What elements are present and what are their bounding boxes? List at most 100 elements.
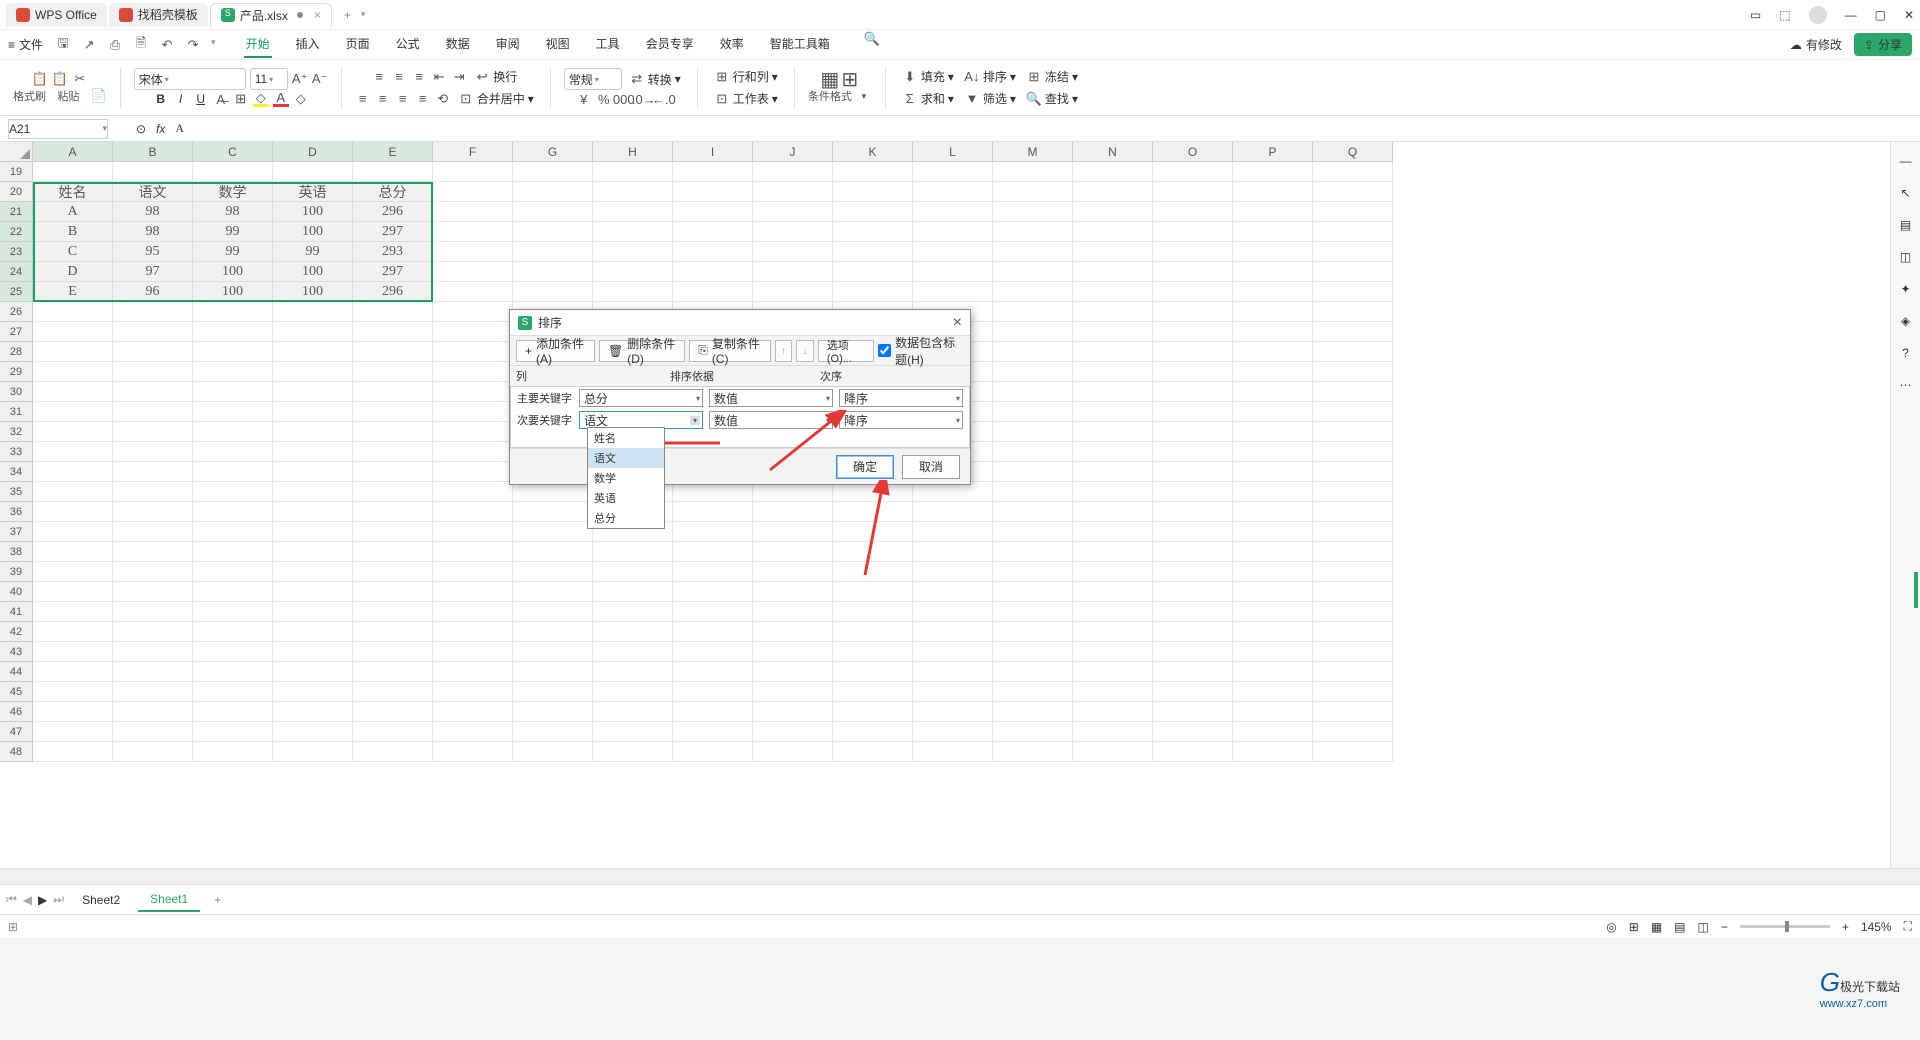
cell[interactable] <box>113 382 193 402</box>
cell[interactable] <box>993 222 1073 242</box>
cell[interactable] <box>433 502 513 522</box>
cell[interactable] <box>1153 582 1233 602</box>
cell[interactable] <box>913 562 993 582</box>
row-header[interactable]: 38 <box>0 542 33 562</box>
cell[interactable] <box>673 282 753 302</box>
cell[interactable] <box>1073 662 1153 682</box>
cell[interactable] <box>193 582 273 602</box>
cell[interactable] <box>593 542 673 562</box>
cell[interactable] <box>993 342 1073 362</box>
cell[interactable] <box>993 282 1073 302</box>
cell[interactable] <box>353 702 433 722</box>
dropdown-option[interactable]: 语文 <box>588 448 664 468</box>
row-header[interactable]: 35 <box>0 482 33 502</box>
cell[interactable] <box>33 302 113 322</box>
cell[interactable] <box>913 682 993 702</box>
cell[interactable] <box>353 642 433 662</box>
cell[interactable] <box>1313 302 1393 322</box>
cell[interactable] <box>513 722 593 742</box>
cell[interactable] <box>833 642 913 662</box>
cell[interactable] <box>273 642 353 662</box>
cell[interactable] <box>433 302 513 322</box>
cell[interactable] <box>593 722 673 742</box>
cell[interactable] <box>753 702 833 722</box>
cell[interactable] <box>1313 422 1393 442</box>
cell[interactable] <box>513 222 593 242</box>
cell[interactable] <box>1233 362 1313 382</box>
cell[interactable] <box>1313 582 1393 602</box>
cell[interactable] <box>513 182 593 202</box>
checkbox-input[interactable] <box>878 344 891 357</box>
cell[interactable] <box>513 242 593 262</box>
cell[interactable] <box>1233 522 1313 542</box>
cell[interactable] <box>673 482 753 502</box>
cell[interactable]: 总分 <box>353 182 433 202</box>
cell[interactable] <box>433 622 513 642</box>
cell[interactable] <box>113 522 193 542</box>
align-center-icon[interactable]: ≡ <box>375 91 391 107</box>
cell[interactable] <box>1073 242 1153 262</box>
cell[interactable] <box>433 262 513 282</box>
cell[interactable] <box>913 702 993 722</box>
cell[interactable] <box>673 162 753 182</box>
cell[interactable]: 98 <box>113 202 193 222</box>
cell[interactable] <box>193 502 273 522</box>
cell[interactable] <box>753 582 833 602</box>
menu-start[interactable]: 开始 <box>244 31 272 58</box>
cell[interactable] <box>433 482 513 502</box>
preview-icon[interactable]: 🗎 <box>133 37 149 53</box>
cell[interactable] <box>913 602 993 622</box>
cell[interactable] <box>593 182 673 202</box>
cell[interactable] <box>433 282 513 302</box>
cell[interactable] <box>1233 562 1313 582</box>
cell[interactable] <box>433 662 513 682</box>
cell[interactable] <box>433 682 513 702</box>
number-format-select[interactable]: 常规▾ <box>564 68 622 90</box>
cell[interactable] <box>433 162 513 182</box>
comma-icon[interactable]: 000 <box>616 91 632 107</box>
cell[interactable] <box>353 682 433 702</box>
cell[interactable] <box>273 722 353 742</box>
cell[interactable] <box>113 302 193 322</box>
cell[interactable] <box>1153 702 1233 722</box>
cell[interactable] <box>673 542 753 562</box>
dropdown-option[interactable]: 数学 <box>588 468 664 488</box>
cell[interactable] <box>33 702 113 722</box>
cell[interactable] <box>113 462 193 482</box>
sort-button[interactable]: A↓排序▾ <box>961 66 1019 87</box>
cell[interactable] <box>1153 382 1233 402</box>
cell[interactable] <box>1233 322 1313 342</box>
menu-smart-toolbox[interactable]: 智能工具箱 <box>768 31 832 58</box>
cell[interactable] <box>1233 722 1313 742</box>
row-header[interactable]: 48 <box>0 742 33 762</box>
dropdown-option[interactable]: 英语 <box>588 488 664 508</box>
cell[interactable] <box>753 622 833 642</box>
cell[interactable] <box>1313 442 1393 462</box>
cell[interactable] <box>593 702 673 722</box>
dropdown-option[interactable]: 总分 <box>588 508 664 528</box>
cell[interactable] <box>353 722 433 742</box>
cell[interactable] <box>273 422 353 442</box>
cell[interactable] <box>33 642 113 662</box>
cell[interactable] <box>513 562 593 582</box>
cell[interactable] <box>1233 682 1313 702</box>
cell[interactable] <box>593 682 673 702</box>
cell[interactable] <box>1233 502 1313 522</box>
collapse-icon[interactable]: — <box>1900 154 1912 168</box>
cell[interactable] <box>1313 622 1393 642</box>
cell[interactable]: 100 <box>273 262 353 282</box>
cell[interactable] <box>33 422 113 442</box>
cell[interactable] <box>673 242 753 262</box>
cell[interactable] <box>1073 322 1153 342</box>
row-header[interactable]: 45 <box>0 682 33 702</box>
cell[interactable] <box>1073 622 1153 642</box>
cell[interactable] <box>33 682 113 702</box>
cell[interactable] <box>1153 622 1233 642</box>
cell[interactable] <box>1313 322 1393 342</box>
cell[interactable] <box>1073 342 1153 362</box>
cell[interactable] <box>513 702 593 722</box>
cell[interactable] <box>33 322 113 342</box>
cell[interactable] <box>833 682 913 702</box>
convert-button[interactable]: ⇄转换▾ <box>626 69 684 90</box>
cell[interactable] <box>913 722 993 742</box>
